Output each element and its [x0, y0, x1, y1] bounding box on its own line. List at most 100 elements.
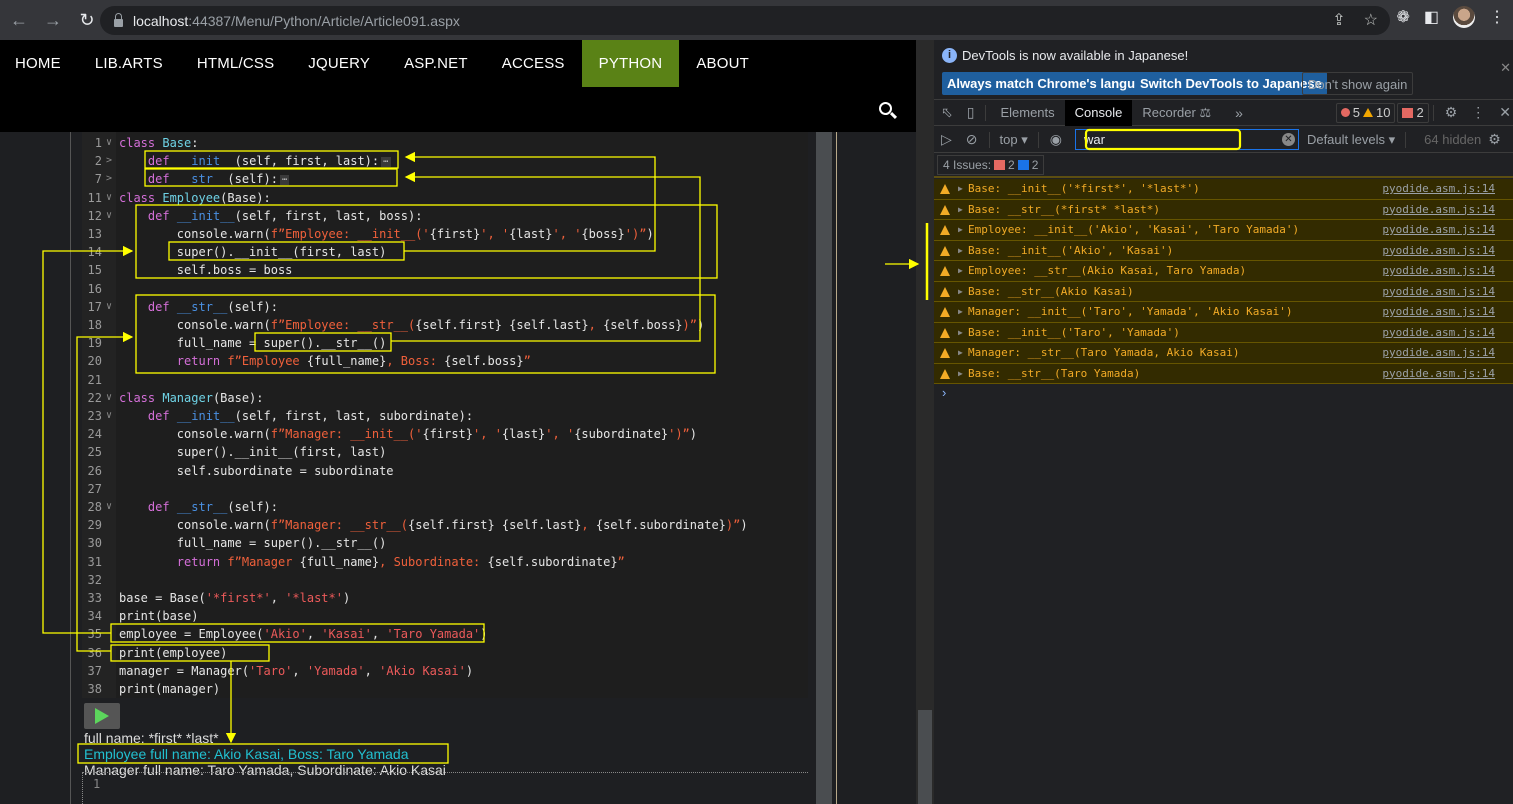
fold-expanded-icon[interactable]: ∨ — [106, 134, 112, 152]
tab-console[interactable]: Console — [1064, 99, 1133, 126]
tab-recorder[interactable]: Recorder ⚖ — [1132, 100, 1221, 126]
code-line[interactable]: 24 console.warn(f”Manager: __init__('{fi… — [82, 425, 808, 443]
menu-icon[interactable]: ⋮ — [1489, 7, 1505, 27]
console-warning-message[interactable]: ▶ Base: __str__(*first* *last*) pyodide.as… — [934, 199, 1513, 220]
more-options-icon[interactable]: ⋮ — [1471, 104, 1485, 121]
code-line[interactable]: 12 ∨ def __init__(self, first, last, boss… — [82, 207, 808, 225]
code-line[interactable]: 38 print(manager) — [82, 680, 808, 698]
source-link[interactable]: pyodide.asm.js:14 — [1382, 261, 1495, 281]
code-line[interactable]: 21 — [82, 371, 808, 389]
console-warning-message[interactable]: ▶ Base: __str__(Taro Yamada) pyodide.asm.j… — [934, 363, 1513, 384]
console-warning-message[interactable]: ▶ Manager: __init__('Taro', 'Yamada', 'Ak… — [934, 302, 1513, 323]
console-prompt[interactable]: › — [942, 385, 946, 400]
expand-triangle-icon[interactable]: ▶ — [958, 302, 963, 322]
console-warning-message[interactable]: ▶ Employee: __str__(Akio Kasai, Taro Yama… — [934, 261, 1513, 282]
code-line[interactable]: 25 super().__init__(first, last) — [82, 443, 808, 461]
reload-button[interactable]: ↻ — [72, 5, 102, 35]
expand-triangle-icon[interactable]: ▶ — [958, 343, 963, 363]
fold-expanded-icon[interactable]: ∨ — [106, 407, 112, 425]
sidebar-icon[interactable]: ◧ — [1424, 7, 1439, 27]
more-tabs-icon[interactable]: » — [1235, 105, 1243, 121]
extensions-icon[interactable]: ❁ — [1396, 7, 1409, 27]
code-editor[interactable]: 1 ∨ class Base: 2 > def __init__(self, first… — [82, 132, 808, 698]
nav-item-asp-net[interactable]: ASP.NET — [387, 40, 485, 87]
repl-input[interactable]: 1 — [82, 772, 808, 804]
expand-triangle-icon[interactable]: ▶ — [958, 364, 963, 384]
code-line[interactable]: 29 console.warn(f”Manager: __str__({self… — [82, 516, 808, 534]
code-line[interactable]: 30 full_name = super().__str__() — [82, 534, 808, 552]
console-warning-message[interactable]: ▶ Base: __init__('Taro', 'Yamada') pyodide… — [934, 322, 1513, 343]
fold-expanded-icon[interactable]: ∨ — [106, 207, 112, 225]
context-selector[interactable]: top ▾ — [1000, 132, 1028, 148]
console-warning-message[interactable]: ▶ Manager: __str__(Taro Yamada, Akio Kasa… — [934, 343, 1513, 364]
code-line[interactable]: 2 > def __init__(self, first, last): ⋯ — [82, 152, 808, 170]
code-line[interactable]: 27 — [82, 480, 808, 498]
code-line[interactable]: 31 return f”Manager {full_name}, Subordi… — [82, 553, 808, 571]
tab-elements[interactable]: Elements — [990, 100, 1064, 126]
code-line[interactable]: 15 self.boss = boss — [82, 261, 808, 279]
fold-expanded-icon[interactable]: ∨ — [106, 189, 112, 207]
nav-item-jquery[interactable]: JQUERY — [291, 40, 387, 87]
code-line[interactable]: 1 ∨ class Base: — [82, 134, 808, 152]
source-link[interactable]: pyodide.asm.js:14 — [1382, 179, 1495, 199]
expand-triangle-icon[interactable]: ▶ — [958, 200, 963, 220]
sidebar-toggle-icon[interactable]: ▷ — [941, 131, 952, 148]
run-button[interactable] — [84, 703, 120, 729]
console-warning-message[interactable]: ▶ Employee: __init__('Akio', 'Kasai', 'Ta… — [934, 220, 1513, 241]
source-link[interactable]: pyodide.asm.js:14 — [1382, 282, 1495, 302]
code-line[interactable]: 11 ∨ class Employee(Base): — [82, 189, 808, 207]
nav-item-python[interactable]: PYTHON — [581, 40, 680, 87]
dont-show-again-button[interactable]: Don't show again — [1302, 72, 1414, 95]
source-link[interactable]: pyodide.asm.js:14 — [1382, 241, 1495, 261]
console-warning-message[interactable]: ▶ Base: __str__(Akio Kasai) pyodide.asm.js… — [934, 281, 1513, 302]
expand-triangle-icon[interactable]: ▶ — [958, 282, 963, 302]
source-link[interactable]: pyodide.asm.js:14 — [1382, 364, 1495, 384]
source-link[interactable]: pyodide.asm.js:14 — [1382, 343, 1495, 363]
fold-collapsed-icon[interactable]: > — [106, 170, 112, 188]
code-line[interactable]: 26 self.subordinate = subordinate — [82, 462, 808, 480]
console-warning-message[interactable]: ▶ Base: __init__('Akio', 'Kasai') pyodide.… — [934, 240, 1513, 261]
nav-item-html-css[interactable]: HTML/CSS — [180, 40, 291, 87]
code-line[interactable]: 14 super().__init__(first, last) — [82, 243, 808, 261]
clear-console-icon[interactable]: ⊘ — [966, 131, 978, 148]
error-warning-counter[interactable]: 5 10 — [1335, 102, 1396, 123]
expand-triangle-icon[interactable]: ▶ — [958, 323, 963, 343]
search-icon[interactable] — [879, 102, 892, 115]
nav-item-lib-arts[interactable]: LIB.ARTS — [78, 40, 180, 87]
forward-button[interactable]: → — [38, 5, 68, 35]
code-line[interactable]: 19 full_name = super().__str__() — [82, 334, 808, 352]
code-line[interactable]: 35 employee = Employee('Akio', 'Kasai', '… — [82, 625, 808, 643]
device-toolbar-icon[interactable]: ▯ — [967, 104, 975, 121]
issues-counter[interactable]: 2 — [1397, 102, 1429, 123]
settings-icon[interactable]: ⚙ — [1445, 104, 1458, 121]
fold-expanded-icon[interactable]: ∨ — [106, 498, 112, 516]
inspect-icon[interactable]: ⬁ — [941, 104, 953, 121]
address-bar[interactable]: localhost:44387/Menu/Python/Article/Arti… — [100, 6, 1390, 35]
source-link[interactable]: pyodide.asm.js:14 — [1382, 220, 1495, 240]
expand-triangle-icon[interactable]: ▶ — [958, 261, 963, 281]
code-line[interactable]: 17 ∨ def __str__(self): — [82, 298, 808, 316]
switch-to-japanese-button[interactable]: Switch DevTools to Japanese — [1135, 72, 1327, 95]
source-link[interactable]: pyodide.asm.js:14 — [1382, 302, 1495, 322]
nav-item-about[interactable]: ABOUT — [679, 40, 766, 87]
code-line[interactable]: 37 manager = Manager('Taro', 'Yamada', 'A… — [82, 662, 808, 680]
code-line[interactable]: 36 print(employee) — [82, 644, 808, 662]
log-levels-dropdown[interactable]: Default levels ▾ — [1307, 132, 1395, 148]
code-line[interactable]: 28 ∨ def __str__(self): — [82, 498, 808, 516]
always-match-language-button[interactable]: Always match Chrome's language — [942, 72, 1163, 95]
scrollbar-thumb[interactable] — [918, 710, 932, 804]
back-button[interactable]: ← — [4, 5, 34, 35]
expand-triangle-icon[interactable]: ▶ — [958, 241, 963, 261]
fold-expanded-icon[interactable]: ∨ — [106, 389, 112, 407]
console-settings-icon[interactable]: ⚙ — [1488, 131, 1501, 148]
nav-item-home[interactable]: HOME — [0, 40, 78, 87]
eye-icon[interactable]: ◉ — [1050, 131, 1062, 148]
code-line[interactable]: 34 print(base) — [82, 607, 808, 625]
nav-item-access[interactable]: ACCESS — [485, 40, 582, 87]
star-icon[interactable]: ☆ — [1364, 10, 1378, 30]
code-line[interactable]: 7 > def __str__(self): ⋯ — [82, 170, 808, 188]
close-icon[interactable]: ✕ — [1500, 60, 1511, 76]
code-line[interactable]: 20 return f”Employee {full_name}, Boss: … — [82, 352, 808, 370]
share-icon[interactable]: ⇪ — [1332, 10, 1345, 30]
issues-button[interactable]: 4 Issues: 2 2 — [937, 155, 1045, 175]
